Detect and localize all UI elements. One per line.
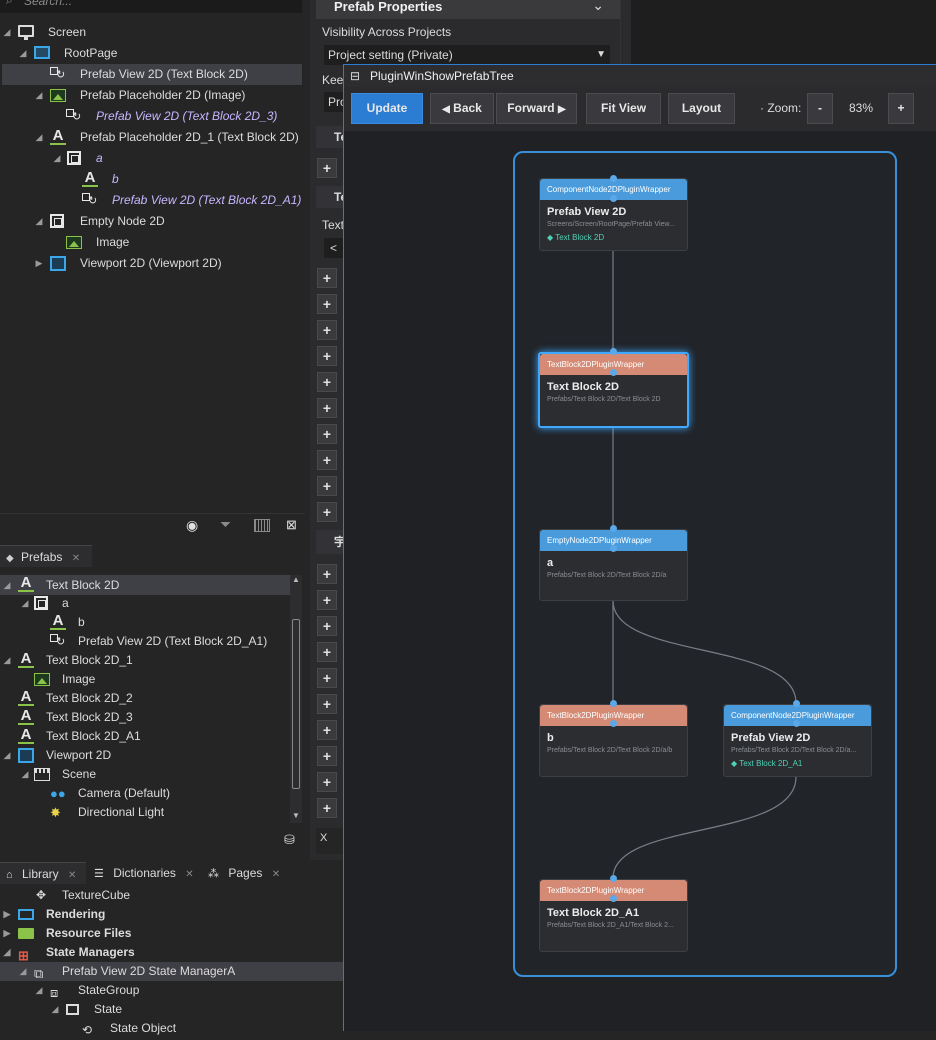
- port-dot[interactable]: [610, 875, 617, 882]
- graph-node-a[interactable]: EmptyNode2DPluginWrapper a Prefabs/Text …: [539, 529, 688, 601]
- port-dot[interactable]: [793, 720, 800, 727]
- graph-node-prefab-view-root[interactable]: ComponentNode2DPluginWrapper Prefab View…: [539, 178, 688, 251]
- node-title: Text Block 2D: [547, 381, 619, 393]
- port-dot[interactable]: [610, 369, 617, 376]
- edge-prefabview2-a1: [612, 776, 797, 879]
- node-path: Prefabs/Text Block 2D/Text Block 2D/a...: [731, 747, 857, 754]
- node-title: b: [547, 732, 554, 744]
- port-dot[interactable]: [610, 348, 617, 355]
- graph-node-prefab-view-a1[interactable]: ComponentNode2DPluginWrapper Prefab View…: [723, 704, 872, 777]
- graph-node-text-block-2d-a1[interactable]: TextBlock2DPluginWrapper Text Block 2D_A…: [539, 879, 688, 952]
- node-title: Text Block 2D_A1: [547, 907, 640, 919]
- graph-node-text-block-2d[interactable]: TextBlock2DPluginWrapper Text Block 2D P…: [538, 352, 689, 428]
- port-dot[interactable]: [610, 895, 617, 902]
- port-dot[interactable]: [793, 700, 800, 707]
- node-path: Prefabs/Text Block 2D/Text Block 2D/a/b: [547, 747, 673, 754]
- graph-connectors: [612, 251, 797, 879]
- node-path: Prefabs/Text Block 2D/Text Block 2D/a: [547, 572, 667, 579]
- port-dot[interactable]: [610, 175, 617, 182]
- node-title: a: [547, 557, 554, 569]
- node-component: ◆ Text Block 2D: [547, 233, 605, 242]
- port-dot[interactable]: [610, 720, 617, 727]
- node-path: Screens/Screen/RootPage/Prefab View...: [547, 221, 675, 228]
- port-dot[interactable]: [610, 195, 617, 202]
- node-title: Prefab View 2D: [731, 732, 811, 744]
- node-title: Prefab View 2D: [547, 206, 627, 218]
- port-dot[interactable]: [610, 700, 617, 707]
- graph-node-b[interactable]: TextBlock2DPluginWrapper b Prefabs/Text …: [539, 704, 688, 777]
- diamond-icon: ◆: [731, 759, 740, 768]
- node-component: ◆ Text Block 2D_A1: [731, 759, 803, 768]
- port-dot[interactable]: [610, 545, 617, 552]
- edge-a-prefabview2: [612, 600, 797, 704]
- node-path: Prefabs/Text Block 2D_A1/Text Block 2...: [547, 922, 674, 929]
- node-path: Prefabs/Text Block 2D/Text Block 2D: [547, 396, 661, 403]
- diamond-icon: ◆: [547, 233, 556, 242]
- port-dot[interactable]: [610, 525, 617, 532]
